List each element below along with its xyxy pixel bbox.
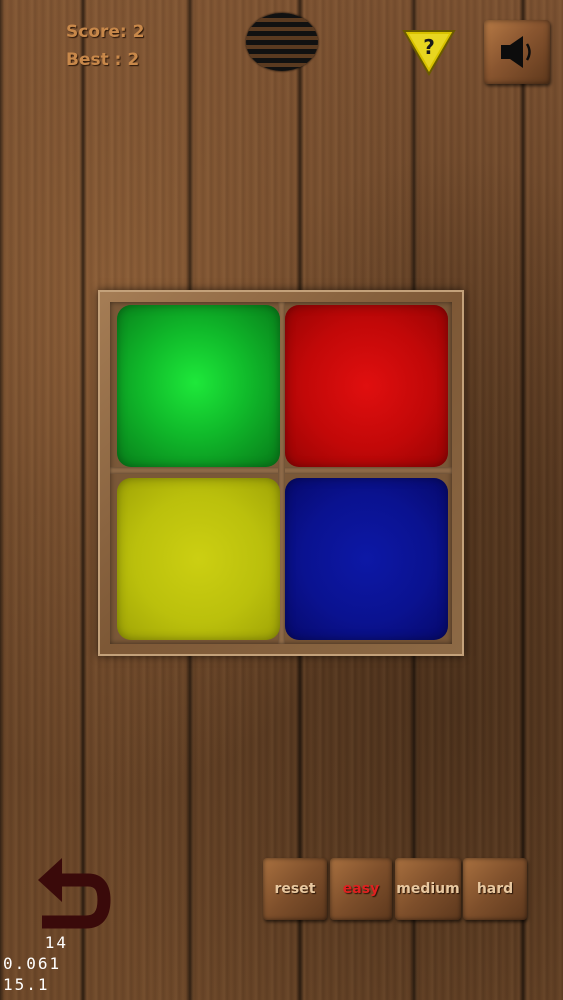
speaker-icon xyxy=(501,36,531,68)
game-board xyxy=(98,290,464,656)
stat-line-3: 15.1 xyxy=(3,975,50,994)
green-tile[interactable] xyxy=(117,305,280,467)
sound-button[interactable] xyxy=(484,20,550,84)
help-triangle-icon: ? xyxy=(402,30,456,76)
blue-tile[interactable] xyxy=(285,478,448,640)
help-glyph: ? xyxy=(423,35,435,59)
red-tile[interactable] xyxy=(285,305,448,467)
best-score-label: Best : 2 xyxy=(66,50,140,70)
medium-button[interactable]: medium xyxy=(395,858,461,920)
debug-stats: 14 0.061 15.1 xyxy=(0,932,82,995)
reset-button[interactable]: reset xyxy=(263,858,327,920)
striped-ball-icon[interactable] xyxy=(246,13,318,71)
score-label: Score: 2 xyxy=(66,22,145,42)
easy-button[interactable]: easy xyxy=(330,858,392,920)
stat-line-2: 0.061 xyxy=(3,954,62,973)
undo-button[interactable] xyxy=(36,850,112,934)
score-panel: Score: 2 Best : 2 xyxy=(66,18,144,74)
stat-line-1: 14 xyxy=(44,933,68,952)
undo-arrow-icon xyxy=(38,858,111,929)
help-button[interactable]: ? xyxy=(402,28,456,76)
hard-button[interactable]: hard xyxy=(463,858,527,920)
yellow-tile[interactable] xyxy=(117,478,280,640)
